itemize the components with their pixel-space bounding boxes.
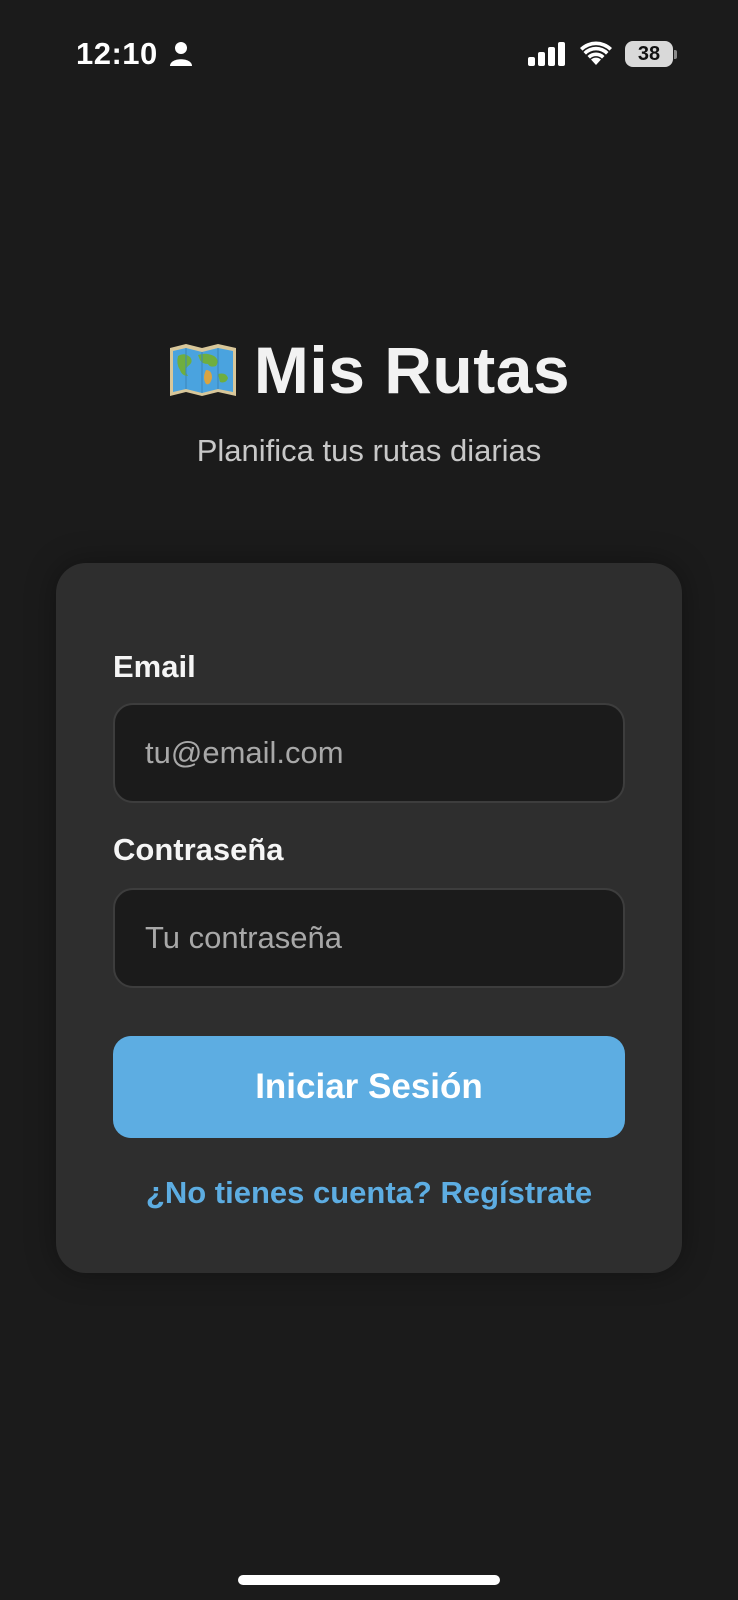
email-field-container	[113, 703, 625, 803]
app-subtitle: Planifica tus rutas diarias	[196, 433, 542, 468]
login-screen: 12:10 38 Mis Rutas Planifica tus rutas d…	[0, 0, 738, 1600]
password-field[interactable]	[115, 890, 623, 986]
battery-cap	[674, 50, 677, 59]
title-row: Mis Rutas	[0, 325, 738, 415]
password-label: Contraseña	[113, 832, 284, 867]
status-time: 12:10	[76, 36, 158, 71]
person-icon	[170, 42, 192, 66]
status-bar: 12:10 38	[0, 0, 738, 100]
cellular-signal-icon	[528, 42, 565, 66]
app-header: Mis Rutas Planifica tus rutas diarias	[0, 325, 738, 469]
login-card: Email Contraseña Iniciar Sesión ¿No tien…	[56, 563, 682, 1273]
world-map-icon	[169, 344, 236, 396]
email-label: Email	[113, 649, 196, 684]
email-field[interactable]	[115, 705, 623, 801]
battery-indicator: 38	[625, 41, 673, 67]
app-title: Mis Rutas	[253, 333, 571, 407]
battery-level: 38	[637, 43, 661, 65]
register-link[interactable]: ¿No tienes cuenta? Regístrate	[56, 1175, 682, 1211]
login-button[interactable]: Iniciar Sesión	[113, 1036, 625, 1138]
password-field-container	[113, 888, 625, 988]
wifi-icon	[580, 41, 612, 65]
home-indicator[interactable]	[238, 1575, 500, 1585]
